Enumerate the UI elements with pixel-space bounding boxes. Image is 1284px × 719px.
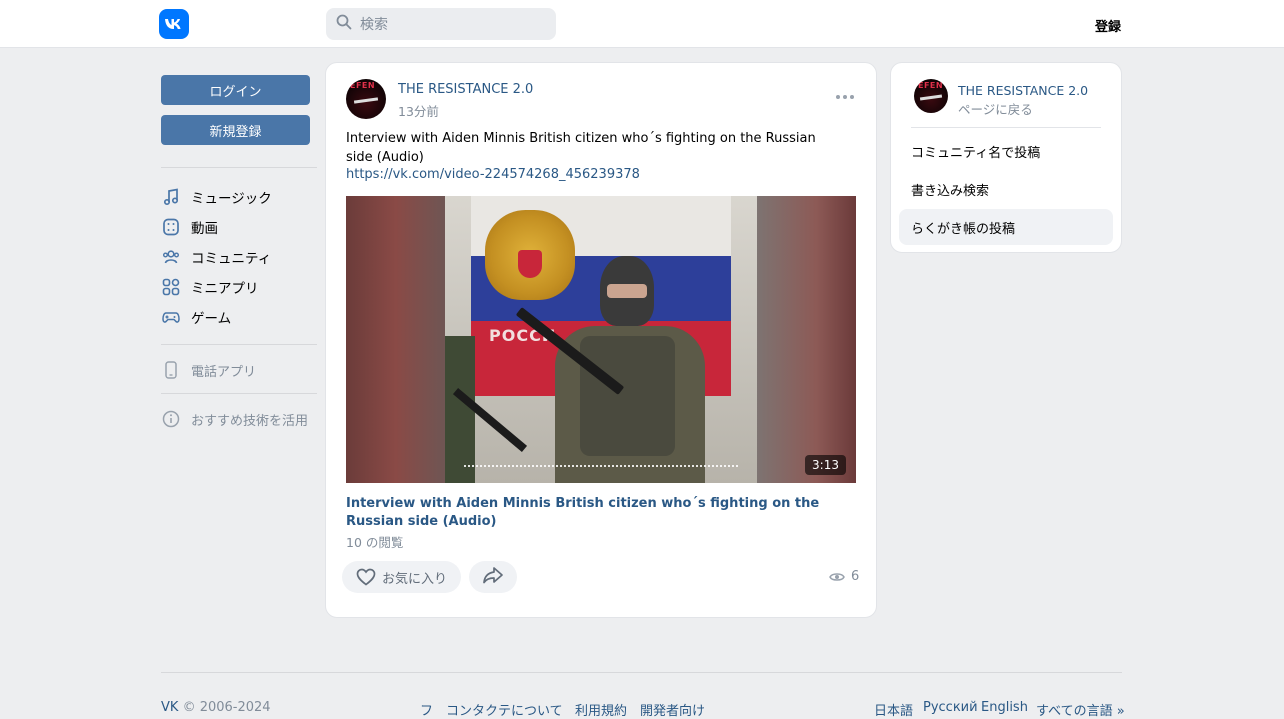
sidebar-item-miniapps[interactable]: ミニアプリ <box>161 272 317 302</box>
menu-item-community-posts[interactable]: コミュニティ名で投稿 <box>899 133 1113 169</box>
community-avatar[interactable]: EFEN <box>914 79 948 113</box>
vk-logo-icon[interactable] <box>159 9 189 39</box>
avatar-logo-art: EFEN <box>918 81 944 90</box>
community-avatar[interactable]: EFEN <box>346 79 386 119</box>
sidebar-item-label: ミニアプリ <box>191 281 259 297</box>
apps-grid-icon <box>161 277 181 297</box>
search-input[interactable]: 検索 <box>326 8 556 40</box>
post-time[interactable]: 13分前 <box>398 101 439 120</box>
footer-link-terms[interactable]: 利用規約 <box>575 700 627 719</box>
menu-item-wall-posts[interactable]: らくがき帳の投稿 <box>899 209 1113 245</box>
share-arrow-icon <box>482 566 504 588</box>
video-title-link[interactable]: Interview with Aiden Minnis British citi… <box>346 495 846 531</box>
info-icon <box>161 409 181 429</box>
share-button[interactable] <box>469 561 517 593</box>
menu-item-search-posts[interactable]: 書き込み検索 <box>899 171 1113 207</box>
more-options-icon[interactable] <box>836 95 854 99</box>
gamepad-icon <box>161 307 181 327</box>
sidebar-item-label: ゲーム <box>191 311 232 327</box>
panel-divider <box>911 127 1101 128</box>
sidebar-item-label: コミュニティ <box>191 251 272 267</box>
sidebar-item-video[interactable]: 動画 <box>161 212 317 242</box>
sidebar-divider <box>161 344 317 345</box>
sidebar-item-label: ミュージック <box>191 191 272 207</box>
sidebar-item-label: 動画 <box>191 221 218 237</box>
signup-button[interactable]: 新規登録 <box>161 115 310 145</box>
video-icon <box>161 217 181 237</box>
heart-icon <box>356 568 376 586</box>
post-text: Interview with Aiden Minnis British citi… <box>346 131 816 165</box>
footer-brand-link[interactable]: VK <box>161 700 178 715</box>
footer-lang-english[interactable]: English <box>981 700 1028 715</box>
top-bar: 検索 登録 <box>0 0 1284 48</box>
search-placeholder: 検索 <box>360 17 388 33</box>
video-blur-left <box>346 196 446 483</box>
video-progress-dots <box>464 465 738 467</box>
eye-icon <box>829 571 845 583</box>
sidebar-item-label: 電話アプリ <box>191 364 257 380</box>
back-to-page-link[interactable]: ページに戻る <box>958 99 1033 118</box>
post-link[interactable]: https://vk.com/video-224574268_456239378 <box>346 167 640 182</box>
footer-divider <box>161 672 1122 673</box>
footer-link-about[interactable]: コンタクテについて <box>446 700 563 719</box>
footer-lang-all[interactable]: すべての言語 » <box>1036 700 1125 719</box>
footer-lang-russian[interactable]: Русский <box>923 700 978 715</box>
like-label: お気に入り <box>381 571 447 587</box>
soldier-image <box>555 256 705 483</box>
avatar-logo-art: EFEN <box>350 81 376 90</box>
sidebar-item-music[interactable]: ミュージック <box>161 182 317 212</box>
users-icon <box>161 247 181 267</box>
search-icon <box>336 14 352 34</box>
sidebar-item-games[interactable]: ゲーム <box>161 302 317 332</box>
community-name-link[interactable]: THE RESISTANCE 2.0 <box>958 83 1088 98</box>
video-duration: 3:13 <box>805 455 846 475</box>
footer-link-developers[interactable]: 開発者向け <box>640 700 705 719</box>
like-button[interactable]: お気に入り <box>342 561 461 593</box>
video-blur-right <box>756 196 856 483</box>
avatar-gun-art <box>353 97 379 104</box>
sidebar-item-phone-app[interactable]: 電話アプリ <box>161 355 317 385</box>
sidebar-divider <box>161 393 317 394</box>
sidebar-item-label: おすすめ技術を活用 <box>191 413 309 429</box>
footer-copyright-years: © 2006-2024 <box>182 700 271 715</box>
view-count: 6 <box>851 569 860 584</box>
avatar-gun-art <box>919 94 943 101</box>
footer-lang-japanese[interactable]: 日本語 <box>874 700 913 719</box>
phone-icon <box>161 360 181 380</box>
post-author-link[interactable]: THE RESISTANCE 2.0 <box>398 82 533 97</box>
sidebar-item-community[interactable]: コミュニティ <box>161 242 317 272</box>
video-views: 10 の閲覧 <box>346 535 404 550</box>
footer-link-fu[interactable]: フ <box>420 700 433 719</box>
video-thumbnail: РОССИ <box>445 196 757 483</box>
video-player[interactable]: РОССИ 3:13 <box>346 196 856 483</box>
register-link[interactable]: 登録 <box>1095 16 1121 35</box>
login-button[interactable]: ログイン <box>161 75 310 105</box>
sidebar-divider <box>161 167 317 168</box>
community-panel: EFEN THE RESISTANCE 2.0 ページに戻る コミュニティ名で投… <box>890 62 1122 253</box>
post-card: EFEN THE RESISTANCE 2.0 13分前 Interview w… <box>325 62 877 618</box>
music-note-icon <box>161 187 181 207</box>
footer-copyright: VK © 2006-2024 <box>161 700 271 715</box>
view-counter: 6 <box>829 569 859 584</box>
sidebar-item-recommendations[interactable]: おすすめ技術を活用 <box>161 404 317 434</box>
